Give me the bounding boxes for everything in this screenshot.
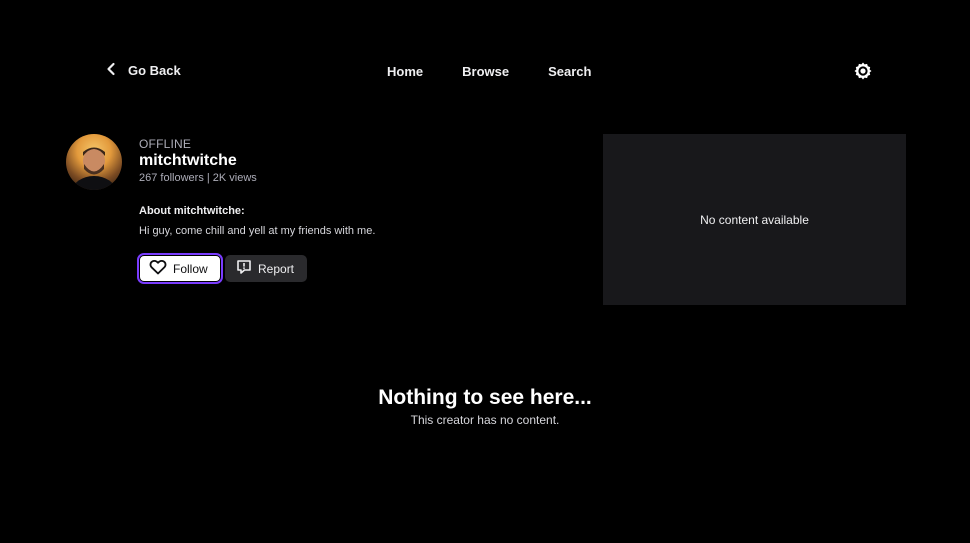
nav-home[interactable]: Home [387,64,423,79]
follow-label: Follow [173,261,208,276]
heart-icon [149,259,167,278]
no-content-text: No content available [700,212,809,227]
channel-username: mitchtwitche [139,152,237,169]
about-description: Hi guy, come chill and yell at my friend… [139,225,376,237]
channel-page: Go Back Home Browse Search OFFLINE mitch… [0,0,970,543]
nav-search[interactable]: Search [548,64,591,79]
nav-browse[interactable]: Browse [462,64,509,79]
settings-button[interactable] [852,62,874,84]
go-back-button[interactable]: Go Back [104,62,181,79]
empty-state-subtitle: This creator has no content. [410,413,560,427]
channel-status: OFFLINE [139,137,192,151]
video-player-placeholder: No content available [603,134,906,305]
report-flag-icon [236,259,252,278]
empty-state-title: Nothing to see here... [378,386,592,409]
go-back-label: Go Back [128,63,181,78]
report-button[interactable]: Report [225,255,307,282]
gear-icon [853,61,873,86]
avatar [66,134,122,190]
channel-stats: 267 followers | 2K views [139,172,257,184]
about-title: About mitchtwitche: [139,205,245,217]
chevron-left-icon [104,62,118,79]
report-label: Report [258,261,295,276]
main-nav: Home Browse Search [387,64,591,79]
follow-button[interactable]: Follow [139,255,221,282]
